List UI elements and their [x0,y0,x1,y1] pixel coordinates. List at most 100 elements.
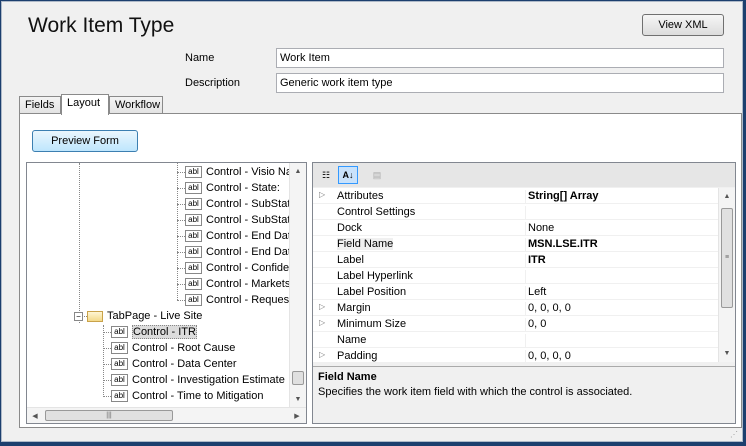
alphabetical-sort-icon[interactable]: A↓ [338,166,358,184]
property-row[interactable]: ▷ Minimum Size 0, 0 [313,316,718,332]
expand-icon[interactable]: ▷ [319,190,325,199]
property-value[interactable]: 0, 0 [525,318,715,332]
textbox-control-icon: abl [111,342,128,354]
property-row[interactable]: Label Position Left [313,284,718,300]
scroll-thumb[interactable] [292,371,304,385]
property-description: Field Name Specifies the work item field… [313,366,735,423]
tab-workflow[interactable]: Workflow [109,96,163,114]
textbox-control-icon: abl [185,214,202,226]
tree-item-tabpage[interactable]: − TabPage - Live Site [74,308,202,324]
work-item-type-window: Work Item Type View XML Name Work Item D… [1,1,743,442]
tab-fields[interactable]: Fields [19,96,61,114]
expand-icon[interactable]: ▷ [319,302,325,311]
expand-icon[interactable]: ▷ [319,350,325,359]
tree-item[interactable]: abl Control - Time to Mitigation [103,388,263,404]
view-xml-button[interactable]: View XML [642,14,724,36]
textbox-control-icon: abl [185,230,202,242]
property-value[interactable]: 0, 0, 0, 0 [525,350,715,362]
description-field[interactable]: Generic work item type [276,73,724,93]
property-vertical-scrollbar[interactable]: ▲ ≡ ▼ [718,188,735,362]
scroll-down-arrow[interactable]: ▼ [719,345,735,361]
textbox-control-icon: abl [185,262,202,274]
tree-item[interactable]: abl Control - End Date [177,228,297,244]
property-row[interactable]: Label Hyperlink [313,268,718,284]
property-name: Margin [337,302,371,314]
property-row[interactable]: ▷ Margin 0, 0, 0, 0 [313,300,718,316]
textbox-control-icon: abl [185,246,202,258]
description-label: Description [185,77,241,89]
scroll-thumb[interactable]: ≡ [721,208,733,308]
property-name: Name [337,334,367,346]
scroll-up-arrow[interactable]: ▲ [290,163,306,179]
tree-item[interactable]: abl Control - Markets: [177,276,293,292]
tree-item[interactable]: abl Control - Requeste [177,292,298,308]
property-value[interactable]: MSN.LSE.ITR [525,238,715,252]
tree-item[interactable]: abl Control - Visio Nar [177,164,296,180]
property-row[interactable]: Control Settings [313,204,718,220]
textbox-control-icon: abl [111,374,128,386]
property-name: Label [337,254,364,266]
property-row[interactable]: ▷ Padding 0, 0, 0, 0 [313,348,718,362]
textbox-control-icon: abl [185,278,202,290]
property-pages-icon[interactable]: ▤ [367,166,387,184]
property-name: Dock [337,222,363,234]
scroll-left-arrow[interactable]: ◀ [27,408,43,423]
categorized-icon[interactable]: ☷ [316,166,336,184]
expand-icon[interactable]: ▷ [319,318,325,327]
layout-tree[interactable]: abl Control - Visio Nar abl Control - Stat… [26,162,307,424]
resize-grip-icon[interactable]: ⋰ [730,430,738,439]
property-grid: ☷ A↓ ▤ ▷ Attributes String[] Array Control … [312,162,736,424]
textbox-control-icon: abl [111,326,128,338]
property-row[interactable]: ▷ Attributes String[] Array [313,188,718,204]
property-row[interactable]: Field Name MSN.LSE.ITR [313,236,718,252]
description-text: Specifies the work item field with which… [318,386,633,398]
tree-horizontal-scrollbar[interactable]: ◀ ||| ▶ [27,407,306,423]
property-row[interactable]: Label ITR [313,252,718,268]
property-name: Minimum Size [337,318,407,330]
tree-item[interactable]: abl Control - SubState [177,196,297,212]
property-name: Label Position [337,286,407,298]
tree-item[interactable]: abl Control - SubState [177,212,297,228]
property-value[interactable]: ITR [525,254,715,268]
property-value[interactable]: Left [525,286,715,300]
property-row[interactable]: Name [313,332,718,348]
tree-item[interactable]: abl Control - State: [177,180,280,196]
property-value[interactable]: None [525,222,715,236]
textbox-control-icon: abl [185,182,202,194]
description-title: Field Name [318,371,377,383]
tree-item[interactable]: abl Control - End Date [177,244,297,260]
tab-layout[interactable]: Layout [61,94,109,115]
property-name: Padding [337,350,378,362]
property-value[interactable] [525,334,715,348]
property-list[interactable]: ▷ Attributes String[] Array Control Setting… [313,188,735,362]
property-row[interactable]: Dock None [313,220,718,236]
collapse-icon[interactable]: − [74,311,83,321]
property-value[interactable] [525,206,715,220]
property-value[interactable]: String[] Array [525,190,715,204]
tree-item[interactable]: abl Control - Investigation Estimate [103,372,285,388]
textbox-control-icon: abl [185,198,202,210]
scroll-thumb[interactable]: ||| [45,410,173,421]
textbox-control-icon: abl [185,294,202,306]
scroll-right-arrow[interactable]: ▶ [289,408,305,423]
property-name: Field Name [337,238,394,250]
property-value[interactable] [525,270,715,284]
property-name: Control Settings [337,206,416,218]
page-title: Work Item Type [28,14,175,37]
layout-tab-panel: Preview Form abl Control - Visio Nar abl C… [19,113,742,428]
property-name: Label Hyperlink [337,270,413,282]
tree-item[interactable]: abl Control - Root Cause [103,340,235,356]
scroll-up-arrow[interactable]: ▲ [719,188,735,204]
preview-form-button[interactable]: Preview Form [32,130,138,152]
property-toolbar: ☷ A↓ ▤ [313,163,735,187]
tree-vertical-scrollbar[interactable]: ▲ ▼ [289,163,306,409]
tree-item-selected[interactable]: abl Control - ITR [103,324,197,340]
property-value[interactable]: 0, 0, 0, 0 [525,302,715,316]
name-field[interactable]: Work Item [276,48,724,68]
textbox-control-icon: abl [111,390,128,402]
textbox-control-icon: abl [111,358,128,370]
property-name: Attributes [337,190,384,202]
tree-item[interactable]: abl Control - Confiden [177,260,295,276]
scroll-down-arrow[interactable]: ▼ [290,391,306,407]
tree-item[interactable]: abl Control - Data Center [103,356,237,372]
